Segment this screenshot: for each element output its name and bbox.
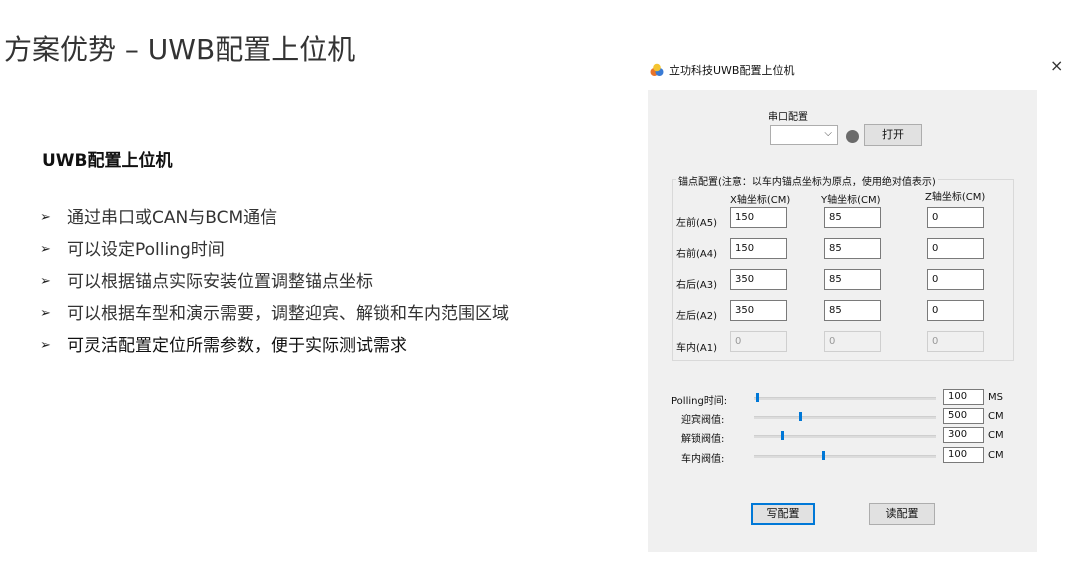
anchor-y-input: 0 (824, 331, 881, 352)
section-heading: UWB配置上位机 (42, 151, 173, 171)
param-label: 解锁阀值: (681, 434, 725, 445)
close-icon[interactable]: × (1050, 56, 1063, 75)
arrow-bullet-icon: ➢ (40, 242, 51, 257)
param-label: 车内阀值: (681, 454, 725, 465)
anchor-y-input[interactable]: 85 (824, 269, 881, 290)
param-slider-track[interactable] (754, 412, 936, 421)
param-slider-thumb[interactable] (822, 451, 825, 460)
write-config-button[interactable]: 写配置 (751, 503, 815, 525)
param-value-input[interactable]: 500 (943, 408, 984, 424)
open-port-button[interactable]: 打开 (864, 124, 922, 146)
anchor-label: 车内(A1) (676, 343, 718, 354)
chevron-down-icon: ⌵ (824, 128, 832, 139)
config-window: 立功科技UWB配置上位机 × 串口配置 ⌵ 打开 锚点配置(注意：以车内锚点坐标… (644, 52, 1080, 552)
param-value-input[interactable]: 100 (943, 447, 984, 463)
param-slider-track[interactable] (754, 393, 936, 402)
anchor-x-input[interactable]: 150 (730, 207, 787, 228)
arrow-bullet-icon: ➢ (40, 274, 51, 289)
anchor-z-input[interactable]: 0 (927, 207, 984, 228)
column-x-header: X轴坐标(CM) (730, 195, 791, 206)
anchor-label: 左前(A5) (676, 218, 718, 229)
feature-text: 可灵活配置定位所需参数，便于实际测试需求 (67, 336, 407, 356)
anchor-z-input: 0 (927, 331, 984, 352)
feature-item: ➢ 通过串口或CAN与BCM通信 (40, 202, 580, 234)
window-title: 立功科技UWB配置上位机 (669, 64, 795, 77)
arrow-bullet-icon: ➢ (40, 338, 51, 353)
column-z-header: Z轴坐标(CM) (925, 192, 986, 203)
param-slider-thumb[interactable] (781, 431, 784, 440)
anchor-y-input[interactable]: 85 (824, 300, 881, 321)
anchor-group-label: 锚点配置(注意：以车内锚点坐标为原点，使用绝对值表示) (676, 173, 938, 188)
anchor-label: 左后(A2) (676, 311, 718, 322)
arrow-bullet-icon: ➢ (40, 306, 51, 321)
feature-text: 可以根据车型和演示需要，调整迎宾、解锁和车内范围区域 (67, 304, 509, 324)
anchor-label: 右后(A3) (676, 280, 718, 291)
read-config-button[interactable]: 读配置 (869, 503, 935, 525)
anchor-z-input[interactable]: 0 (927, 300, 984, 321)
feature-item: ➢ 可以根据锚点实际安装位置调整锚点坐标 (40, 266, 580, 298)
anchor-x-input[interactable]: 350 (730, 269, 787, 290)
arrow-bullet-icon: ➢ (40, 210, 51, 225)
param-slider-thumb[interactable] (799, 412, 802, 421)
window-titlebar: 立功科技UWB配置上位机 (650, 62, 794, 78)
param-unit: CM (988, 450, 1004, 461)
feature-item: ➢ 可以根据车型和演示需要，调整迎宾、解锁和车内范围区域 (40, 298, 580, 330)
slide-title: 方案优势 – UWB配置上位机 (4, 33, 356, 66)
anchor-label: 右前(A4) (676, 249, 718, 260)
param-unit: CM (988, 430, 1004, 441)
anchor-z-input[interactable]: 0 (927, 238, 984, 259)
feature-list: ➢ 通过串口或CAN与BCM通信 ➢ 可以设定Polling时间 ➢ 可以根据锚点实际… (40, 202, 580, 362)
feature-text: 可以根据锚点实际安装位置调整锚点坐标 (67, 272, 373, 292)
anchor-z-input[interactable]: 0 (927, 269, 984, 290)
param-slider-track[interactable] (754, 451, 936, 460)
app-icon (650, 63, 664, 76)
feature-text: 通过串口或CAN与BCM通信 (67, 208, 278, 228)
param-slider-track[interactable] (754, 431, 936, 440)
param-label: 迎宾阀值: (681, 415, 725, 426)
anchor-x-input[interactable]: 150 (730, 238, 787, 259)
param-slider-thumb[interactable] (756, 393, 759, 402)
feature-text: 可以设定Polling时间 (67, 240, 225, 260)
feature-item: ➢ 可以设定Polling时间 (40, 234, 580, 266)
param-value-input[interactable]: 100 (943, 389, 984, 405)
anchor-x-input: 0 (730, 331, 787, 352)
param-value-input[interactable]: 300 (943, 427, 984, 443)
connection-status-indicator (846, 130, 859, 143)
param-label: Polling时间: (671, 396, 728, 407)
anchor-y-input[interactable]: 85 (824, 207, 881, 228)
serial-port-select[interactable]: ⌵ (770, 125, 838, 145)
param-unit: MS (988, 392, 1003, 403)
feature-item: ➢ 可灵活配置定位所需参数，便于实际测试需求 (40, 330, 580, 362)
column-y-header: Y轴坐标(CM) (821, 195, 881, 206)
serial-group-label: 串口配置 (768, 112, 808, 123)
param-unit: CM (988, 411, 1004, 422)
anchor-y-input[interactable]: 85 (824, 238, 881, 259)
anchor-x-input[interactable]: 350 (730, 300, 787, 321)
window-client-area: 串口配置 ⌵ 打开 锚点配置(注意：以车内锚点坐标为原点，使用绝对值表示) X轴… (648, 90, 1037, 552)
